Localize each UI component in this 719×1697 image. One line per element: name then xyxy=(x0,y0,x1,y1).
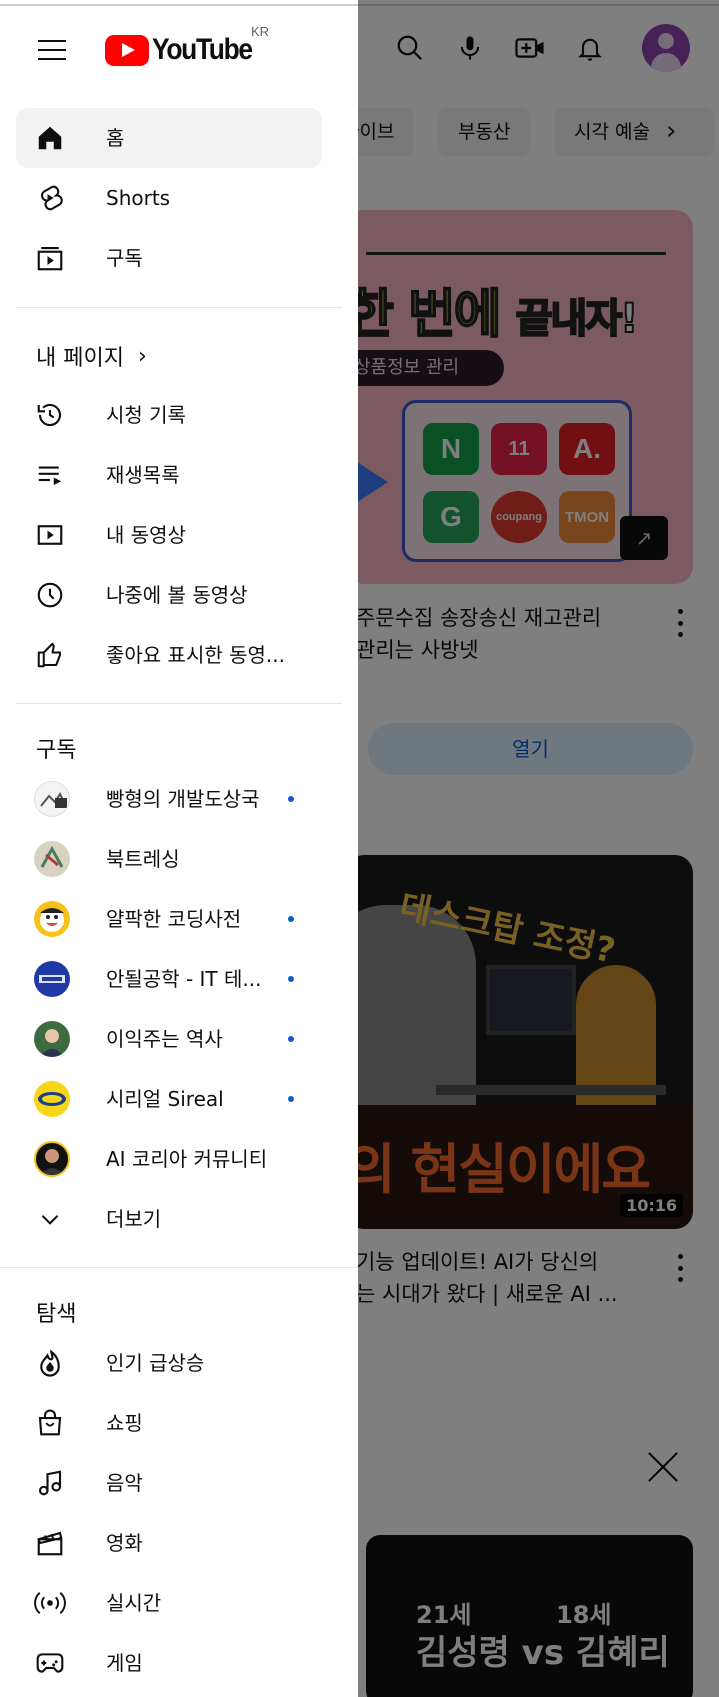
youtube-play-icon xyxy=(105,34,149,66)
playlist-icon xyxy=(34,459,66,491)
new-content-dot xyxy=(288,1096,294,1102)
gaming-icon xyxy=(34,1647,66,1679)
channel-avatar xyxy=(34,1141,70,1177)
movies-icon xyxy=(34,1527,66,1559)
nav-trending[interactable]: 인기 급상승 xyxy=(16,1333,322,1393)
logo-text: YouTube xyxy=(152,33,253,66)
you-header-label: 내 페이지 xyxy=(36,346,124,371)
nav-label: 구독 xyxy=(106,246,143,270)
top-border xyxy=(0,4,358,6)
nav-label: 내 동영상 xyxy=(106,523,186,547)
nav-label: 쇼핑 xyxy=(106,1411,143,1435)
menu-icon[interactable] xyxy=(32,30,72,70)
nav-liked-videos[interactable]: 좋아요 표시한 동영... xyxy=(16,625,322,685)
history-icon xyxy=(34,399,66,431)
nav-your-videos[interactable]: 내 동영상 xyxy=(16,505,322,565)
nav-label: 재생목록 xyxy=(106,463,180,487)
channel-avatar xyxy=(34,1081,70,1117)
nav-label: 음악 xyxy=(106,1471,143,1495)
nav-label: 게임 xyxy=(106,1651,143,1675)
nav-label: 이익주는 역사 xyxy=(106,1027,223,1051)
nav-label: 더보기 xyxy=(106,1207,162,1231)
nav-label: 얄팍한 코딩사전 xyxy=(106,907,242,931)
sub-channel[interactable]: 얄팍한 코딩사전 xyxy=(16,889,322,949)
nav-live[interactable]: 실시간 xyxy=(16,1573,322,1633)
subscriptions-icon xyxy=(34,242,66,274)
explore-header-label: 탐색 xyxy=(36,1302,77,1327)
nav-label: 북트레싱 xyxy=(106,847,180,871)
channel-avatar xyxy=(34,1021,70,1057)
watch-later-icon xyxy=(34,579,66,611)
nav-watch-later[interactable]: 나중에 볼 동영상 xyxy=(16,565,322,625)
youtube-logo[interactable]: YouTube xyxy=(105,30,265,70)
chevron-right-icon: › xyxy=(137,343,147,369)
new-content-dot xyxy=(288,1036,294,1042)
explore-section-header: 탐색 xyxy=(36,1296,76,1328)
nav-playlists[interactable]: 재생목록 xyxy=(16,445,322,505)
nav-label: 영화 xyxy=(106,1531,143,1555)
nav-label: 빵형의 개발도상국 xyxy=(106,787,260,811)
trending-icon xyxy=(34,1347,66,1379)
subs-header-label: 구독 xyxy=(36,738,77,763)
live-icon xyxy=(34,1587,66,1619)
new-content-dot xyxy=(288,976,294,982)
sub-channel[interactable]: 시리얼 Sireal xyxy=(16,1069,322,1129)
nav-label: 시리얼 Sireal xyxy=(106,1087,224,1111)
home-icon xyxy=(34,122,66,154)
section-divider xyxy=(0,1267,358,1268)
sub-channel[interactable]: AI 코리아 커뮤니티 xyxy=(16,1129,322,1189)
nav-home[interactable]: 홈 xyxy=(16,108,322,168)
you-section-header[interactable]: 내 페이지 › xyxy=(36,340,147,372)
show-more-button[interactable]: 더보기 xyxy=(16,1189,322,1249)
your-videos-icon xyxy=(34,519,66,551)
sub-channel[interactable]: 북트레싱 xyxy=(16,829,322,889)
sub-channel[interactable]: 빵형의 개발도상국 xyxy=(16,769,322,829)
nav-label: 좋아요 표시한 동영... xyxy=(106,643,285,667)
channel-avatar xyxy=(34,781,70,817)
nav-label: 시청 기록 xyxy=(106,403,186,427)
nav-label: Shorts xyxy=(106,186,171,210)
subscriptions-section-header: 구독 xyxy=(36,732,76,764)
guide-drawer: YouTube KR 홈 Shorts 구독 내 페이지 › 시청 기록 재생목… xyxy=(0,0,358,1697)
channel-avatar xyxy=(34,961,70,997)
new-content-dot xyxy=(288,916,294,922)
section-divider xyxy=(16,703,342,704)
nav-subscriptions[interactable]: 구독 xyxy=(16,228,322,288)
sub-channel[interactable]: 안될공학 - IT 테... xyxy=(16,949,322,1009)
new-content-dot xyxy=(288,796,294,802)
nav-history[interactable]: 시청 기록 xyxy=(16,385,322,445)
liked-icon xyxy=(34,639,66,671)
nav-shopping[interactable]: 쇼핑 xyxy=(16,1393,322,1453)
region-code: KR xyxy=(251,24,270,39)
nav-shorts[interactable]: Shorts xyxy=(16,168,322,228)
nav-music[interactable]: 음악 xyxy=(16,1453,322,1513)
sub-channel[interactable]: 이익주는 역사 xyxy=(16,1009,322,1069)
nav-label: 홈 xyxy=(106,126,125,150)
channel-avatar xyxy=(34,841,70,877)
nav-label: AI 코리아 커뮤니티 xyxy=(106,1147,268,1171)
section-divider xyxy=(16,307,342,308)
nav-label: 실시간 xyxy=(106,1591,162,1615)
nav-label: 나중에 볼 동영상 xyxy=(106,583,248,607)
shorts-icon xyxy=(34,182,66,214)
nav-gaming[interactable]: 게임 xyxy=(16,1633,322,1693)
chevron-down-icon xyxy=(34,1203,66,1235)
channel-avatar xyxy=(34,901,70,937)
nav-label: 안될공학 - IT 테... xyxy=(106,967,262,991)
nav-movies[interactable]: 영화 xyxy=(16,1513,322,1573)
shopping-icon xyxy=(34,1407,66,1439)
nav-label: 인기 급상승 xyxy=(106,1351,205,1375)
music-icon xyxy=(34,1467,66,1499)
